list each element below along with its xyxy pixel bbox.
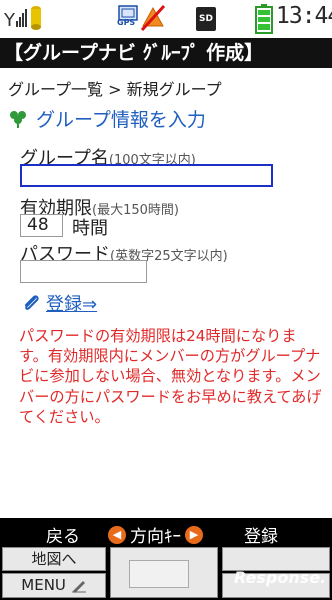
- gps-label: GPS: [117, 18, 136, 27]
- sd-card-icon: SD: [196, 7, 216, 31]
- right-arrow-icon: ▶: [185, 525, 203, 544]
- register-link[interactable]: 登録⇒: [20, 290, 97, 316]
- group-name-input[interactable]: [20, 164, 273, 187]
- menu-button[interactable]: MENU: [2, 573, 106, 598]
- section-header: グループ情報を入力: [8, 104, 206, 132]
- softkey-bar: 戻る ◀ 方向ｷｰ ▶ 登録: [0, 518, 332, 547]
- password-input[interactable]: [20, 260, 147, 283]
- center-key-button[interactable]: [110, 547, 218, 598]
- validity-unit: 時間: [72, 218, 108, 239]
- validity-hours-input[interactable]: 48: [20, 214, 63, 237]
- notice-text: パスワードの有効期限は24時間になります。有効期限内にメンバーの方がグループナビ…: [19, 327, 322, 426]
- section-title: グループ情報を入力: [36, 108, 206, 131]
- map-button[interactable]: 地図へ: [2, 547, 106, 571]
- battery-icon: [255, 4, 273, 34]
- register-link-label: 登録⇒: [46, 294, 98, 315]
- main-content: グループ一覧 > 新規グループ グループ情報を入力 グループ名(100文字以内)…: [0, 68, 332, 518]
- svg-text:Y: Y: [4, 10, 16, 30]
- left-arrow-icon: ◀: [108, 525, 126, 544]
- no-entry-icon: [140, 4, 166, 32]
- center-key-frame: [129, 560, 189, 588]
- clover-icon: [10, 111, 26, 128]
- page-title: 【グループナビ ｸﾞﾙｰﾌﾟ 作成】: [0, 38, 332, 68]
- status-bar: Y GPS SD 13:44: [0, 0, 332, 38]
- response-watermark: Response.: [234, 568, 327, 587]
- direction-key-softkey[interactable]: ◀ 方向ｷｰ ▶: [108, 522, 203, 547]
- signal-icon: Y: [4, 9, 27, 30]
- clock: 13:44: [276, 3, 332, 29]
- back-softkey[interactable]: 戻る: [46, 522, 80, 547]
- breadcrumb: グループ一覧 > 新規グループ: [8, 80, 222, 99]
- menu-edit-icon: [71, 580, 86, 593]
- register-softkey[interactable]: 登録: [244, 522, 278, 547]
- menu-button-label: MENU: [21, 576, 66, 594]
- direction-key-label: 方向ｷｰ: [130, 527, 181, 547]
- sub-display-icon: [31, 6, 41, 30]
- paperclip-icon: [25, 295, 39, 310]
